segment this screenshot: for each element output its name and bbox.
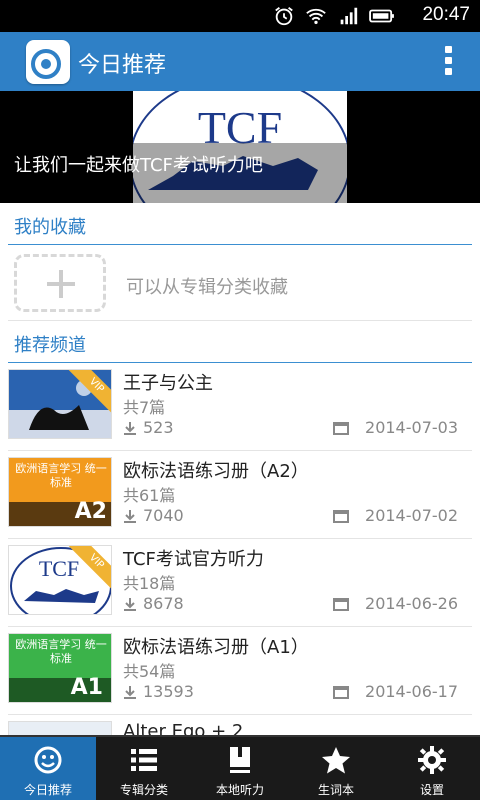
tab-settings[interactable]: 设置 [384, 737, 480, 800]
banner-caption: 让我们一起来做TCF考试听力吧 [14, 155, 263, 176]
date-text: 2014-06-17 [365, 682, 458, 701]
app-bar: 今日推荐 [0, 32, 480, 91]
item-count: 共7篇 [123, 398, 166, 417]
album-cover: VIP [8, 369, 112, 439]
download-icon [124, 597, 136, 611]
tab-today[interactable]: 今日推荐 [0, 737, 96, 800]
bottom-tab-bar: 今日推荐 专辑分类 本地听力 生词本 设置 [0, 735, 480, 800]
tab-label: 今日推荐 [23, 783, 72, 797]
signal-icon [340, 7, 358, 25]
download-icon [124, 509, 136, 523]
tab-vocabulary[interactable]: 生词本 [288, 737, 384, 800]
alarm-icon [275, 7, 293, 26]
page-title: 今日推荐 [78, 53, 167, 78]
calendar-icon [333, 597, 350, 611]
item-count: 共54篇 [123, 662, 176, 681]
banner[interactable]: TCF 让我们一起来做TCF考试听力吧 [0, 91, 480, 203]
tab-label: 生词本 [317, 783, 354, 797]
item-downloads: 13593 [123, 682, 194, 701]
status-bar: 20:47 [0, 0, 480, 32]
download-icon [124, 421, 136, 435]
calendar-icon [333, 421, 350, 435]
item-date: 2014-06-26 [333, 594, 458, 613]
date-text: 2014-06-26 [365, 594, 458, 613]
album-cover: TCF VIP [8, 545, 112, 615]
item-downloads: 8678 [123, 594, 184, 613]
add-favorite-button[interactable] [14, 254, 106, 312]
svg-text:TCF: TCF [39, 556, 79, 581]
favorites-title: 我的收藏 [14, 217, 86, 238]
item-downloads: 7040 [123, 506, 184, 525]
date-text: 2014-07-02 [365, 506, 458, 525]
overflow-menu-icon[interactable] [442, 46, 454, 78]
date-text: 2014-07-03 [365, 418, 458, 437]
book-icon [230, 747, 250, 773]
item-title: 王子与公主 [123, 373, 213, 394]
favorites-hint: 可以从专辑分类收藏 [126, 277, 288, 298]
app-logo-icon[interactable] [26, 40, 70, 84]
item-date: 2014-07-03 [333, 418, 458, 437]
download-count: 523 [143, 418, 174, 437]
cover-text: 欧洲语言学习 统一标准 [15, 638, 107, 665]
list-item[interactable]: TCF VIP TCF考试官方听力 共18篇 8678 2014-06-26 [8, 539, 472, 627]
calendar-icon [333, 685, 350, 699]
gear-icon [418, 746, 446, 774]
calendar-icon [333, 509, 350, 523]
tab-label: 本地听力 [215, 783, 264, 797]
cover-level: A1 [70, 675, 103, 700]
star-icon [322, 747, 350, 774]
item-count: 共61篇 [123, 486, 176, 505]
favorites-row: 可以从专辑分类收藏 [8, 245, 472, 321]
item-count: 共18篇 [123, 574, 176, 593]
album-cover: 欧洲语言学习 统一标准 A1 [8, 633, 112, 703]
item-title: TCF考试官方听力 [123, 549, 264, 570]
album-cover: 欧洲语言学习 统一标准 A2 [8, 457, 112, 527]
list-item[interactable]: VIP 王子与公主 共7篇 523 2014-07-03 [8, 363, 472, 451]
recommended-header: 推荐频道 [8, 321, 472, 363]
smiley-icon [34, 746, 62, 774]
tab-categories[interactable]: 专辑分类 [96, 737, 192, 800]
download-icon [124, 685, 136, 699]
status-icons [272, 5, 396, 27]
status-time: 20:47 [422, 4, 470, 25]
recommended-list: VIP 王子与公主 共7篇 523 2014-07-03 欧洲语言学习 统一标准… [8, 363, 472, 740]
battery-icon [369, 9, 394, 23]
item-date: 2014-06-17 [333, 682, 458, 701]
cover-text: 欧洲语言学习 统一标准 [15, 462, 107, 489]
tab-label: 专辑分类 [119, 783, 168, 797]
tab-label: 设置 [419, 783, 444, 797]
download-count: 8678 [143, 594, 184, 613]
tab-local[interactable]: 本地听力 [192, 737, 288, 800]
list-item[interactable]: 欧洲语言学习 统一标准 A1 欧标法语练习册（A1） 共54篇 13593 20… [8, 627, 472, 715]
list-item[interactable]: 欧洲语言学习 统一标准 A2 欧标法语练习册（A2） 共61篇 7040 201… [8, 451, 472, 539]
list-icon [131, 749, 157, 771]
item-downloads: 523 [123, 418, 174, 437]
item-title: 欧标法语练习册（A2） [123, 461, 309, 482]
recommended-title: 推荐频道 [14, 335, 86, 356]
item-title: 欧标法语练习册（A1） [123, 637, 309, 658]
favorites-header: 我的收藏 [8, 203, 472, 245]
main-content[interactable]: 我的收藏 可以从专辑分类收藏 推荐频道 VIP 王子与公主 共7篇 523 20… [0, 203, 480, 740]
cover-level: A2 [74, 499, 107, 524]
download-count: 13593 [143, 682, 194, 701]
item-date: 2014-07-02 [333, 506, 458, 525]
download-count: 7040 [143, 506, 184, 525]
wifi-icon [306, 8, 326, 25]
